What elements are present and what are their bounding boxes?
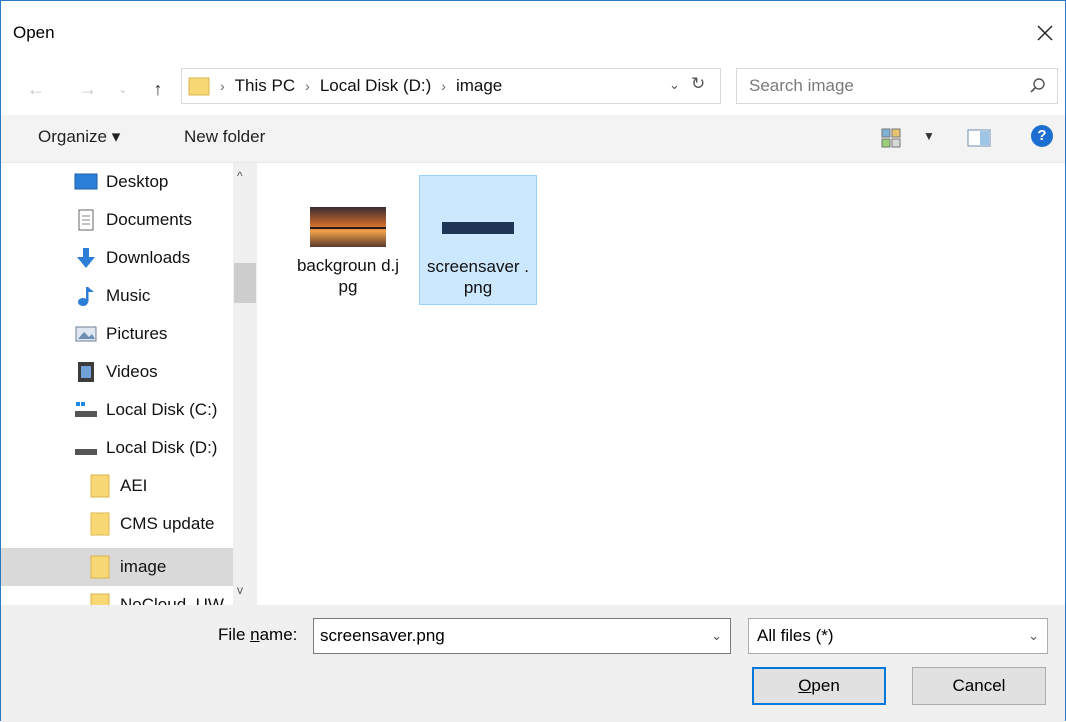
search-icon bbox=[1030, 78, 1045, 93]
help-icon[interactable]: ? bbox=[1031, 125, 1053, 147]
command-bar: Organize ▾ New folder ▼ bbox=[1, 115, 1065, 163]
nav-item-label: Downloads bbox=[106, 248, 191, 267]
file-name-dropdown-icon[interactable]: ⌄ bbox=[711, 628, 722, 644]
address-bar[interactable]: › This PC › Local Disk (D:) › image bbox=[181, 68, 721, 104]
nav-scrollbar-thumb[interactable] bbox=[234, 263, 256, 303]
view-options-dropdown-icon[interactable]: ▼ bbox=[923, 129, 935, 143]
nav-item-label: AEI bbox=[120, 476, 148, 495]
search-placeholder: Search image bbox=[749, 76, 854, 95]
nav-item-aei[interactable]: AEI bbox=[1, 467, 233, 505]
nav-item-label: Local Disk (C:) bbox=[106, 400, 218, 419]
breadcrumb-separator-icon: › bbox=[441, 78, 446, 94]
breadcrumb-local-disk-d[interactable]: Local Disk (D:) bbox=[320, 76, 431, 96]
file-name: backgroun d.jpg bbox=[296, 256, 400, 296]
up-arrow-icon[interactable]: ↑ bbox=[146, 75, 170, 103]
back-arrow-icon[interactable]: ← bbox=[25, 75, 47, 103]
open-button[interactable]: Open bbox=[752, 667, 886, 705]
preview-pane-icon[interactable] bbox=[967, 128, 991, 148]
nav-item-label: Local Disk (D:) bbox=[106, 438, 218, 457]
nav-item-label: NoCloud_UW bbox=[120, 595, 224, 605]
close-icon[interactable] bbox=[1031, 19, 1059, 47]
address-dropdown-icon[interactable]: ⌄ bbox=[669, 77, 685, 93]
file-type-value: All files (*) bbox=[757, 626, 834, 645]
nav-item-label: Documents bbox=[106, 210, 192, 229]
breadcrumb-separator-icon: › bbox=[220, 78, 225, 94]
nav-item-label: Videos bbox=[106, 362, 158, 381]
nav-item-pictures[interactable]: Pictures bbox=[1, 315, 233, 353]
videos-icon bbox=[74, 361, 98, 383]
nav-item-local-disk-d[interactable]: Local Disk (D:) bbox=[1, 429, 233, 467]
organize-button[interactable]: Organize ▾ bbox=[38, 127, 120, 147]
nav-item-videos[interactable]: Videos bbox=[1, 353, 233, 391]
folder-icon bbox=[88, 555, 112, 579]
downloads-icon bbox=[74, 247, 98, 269]
change-view-icon[interactable] bbox=[881, 128, 901, 148]
file-name-label: File name: bbox=[218, 625, 298, 644]
documents-icon bbox=[74, 209, 98, 231]
file-name: screensaver .png bbox=[426, 257, 530, 297]
folder-icon bbox=[88, 593, 112, 605]
nav-item-downloads[interactable]: Downloads bbox=[1, 239, 233, 277]
nav-item-nocloud[interactable]: NoCloud_UW bbox=[1, 586, 233, 605]
pictures-icon bbox=[74, 323, 98, 345]
screenbeam-logo-thumbnail bbox=[442, 222, 514, 234]
nav-item-label: CMS update bbox=[120, 514, 215, 533]
file-type-dropdown-icon[interactable]: ⌄ bbox=[1028, 628, 1039, 644]
breadcrumb-separator-icon: › bbox=[305, 78, 310, 94]
music-icon bbox=[74, 285, 98, 307]
scroll-up-icon[interactable]: ^ bbox=[237, 169, 243, 183]
folder-icon bbox=[88, 512, 112, 536]
nav-item-documents[interactable]: Documents bbox=[1, 201, 233, 239]
new-folder-button[interactable]: New folder bbox=[184, 127, 265, 147]
nav-item-music[interactable]: Music bbox=[1, 277, 233, 315]
bottom-panel: File name: screensaver.png ⌄ All files (… bbox=[1, 605, 1065, 722]
cancel-button[interactable]: Cancel bbox=[912, 667, 1046, 705]
file-type-select[interactable]: All files (*) ⌄ bbox=[748, 618, 1048, 654]
nav-scrollbar[interactable] bbox=[233, 163, 257, 605]
nav-item-label: Music bbox=[106, 286, 151, 305]
sunset-image-thumbnail bbox=[310, 207, 386, 247]
nav-item-desktop[interactable]: Desktop bbox=[1, 163, 233, 201]
nav-item-label: Desktop bbox=[106, 172, 169, 191]
desktop-icon bbox=[74, 171, 98, 193]
nav-item-cms-update[interactable]: CMS update bbox=[1, 505, 233, 543]
drive-d-icon bbox=[74, 437, 98, 459]
file-item-background[interactable]: backgroun d.jpg bbox=[289, 175, 407, 305]
forward-arrow-icon[interactable]: → bbox=[77, 75, 99, 103]
file-item-screensaver[interactable]: screensaver .png bbox=[419, 175, 537, 305]
breadcrumb-image[interactable]: image bbox=[456, 76, 502, 96]
open-dialog: Open ← → ⌄ ↑ › This PC › Local Disk (D:)… bbox=[0, 0, 1066, 722]
navigation-pane: Desktop Documents Downloads Music Pictur… bbox=[1, 163, 259, 605]
title-bar: Open bbox=[1, 1, 1065, 63]
folder-icon bbox=[188, 77, 210, 96]
breadcrumb-this-pc[interactable]: This PC bbox=[235, 76, 295, 96]
nav-item-label: Pictures bbox=[106, 324, 168, 343]
drive-c-icon bbox=[74, 399, 98, 421]
file-name-value: screensaver.png bbox=[320, 626, 445, 645]
nav-item-local-disk-c[interactable]: Local Disk (C:) bbox=[1, 391, 233, 429]
window-title: Open bbox=[13, 23, 55, 42]
nav-item-label: image bbox=[120, 557, 167, 576]
nav-item-image[interactable]: image bbox=[1, 548, 233, 586]
file-list: backgroun d.jpg screensaver .png bbox=[259, 163, 1066, 605]
folder-icon bbox=[88, 474, 112, 498]
search-input[interactable]: Search image bbox=[736, 68, 1058, 104]
scroll-down-icon[interactable]: v bbox=[237, 583, 243, 597]
refresh-icon[interactable]: ↻ bbox=[691, 74, 713, 94]
recent-locations-chevron-icon[interactable]: ⌄ bbox=[116, 75, 130, 103]
file-name-input[interactable]: screensaver.png ⌄ bbox=[313, 618, 731, 654]
